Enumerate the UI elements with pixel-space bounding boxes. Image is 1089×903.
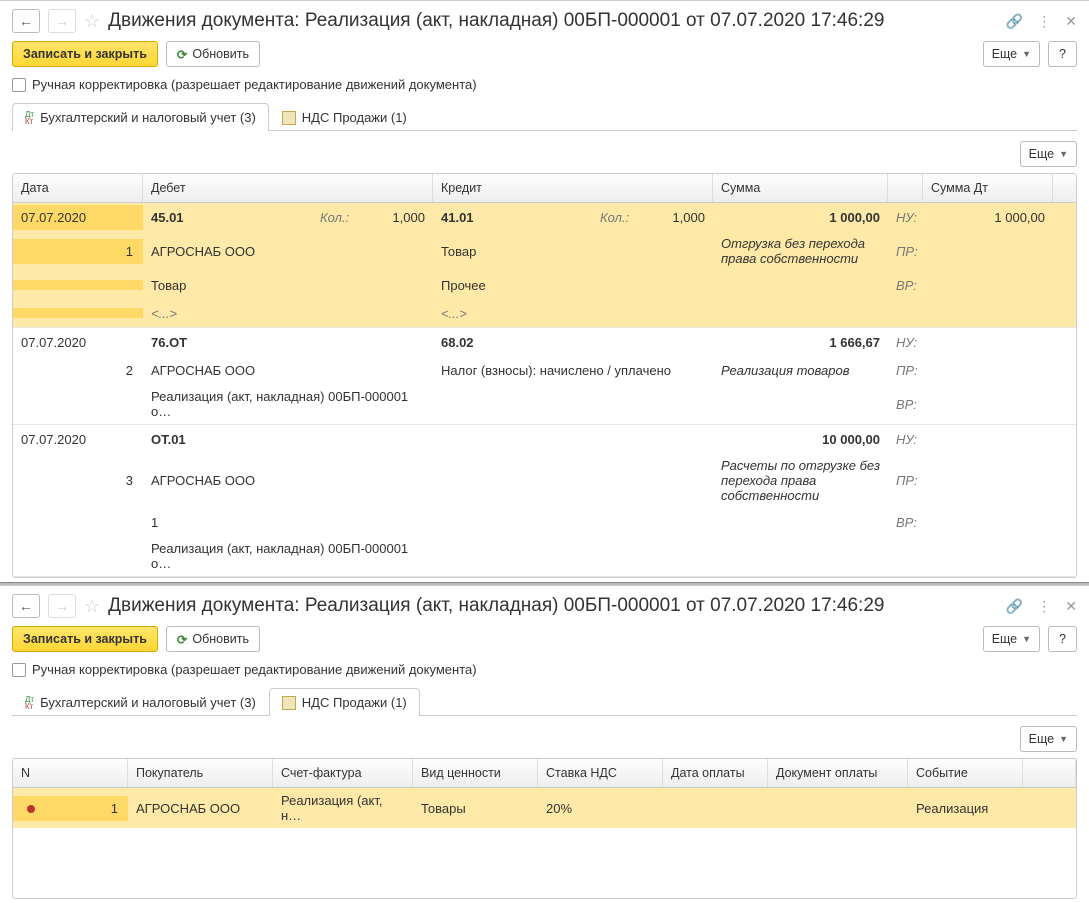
kebab-icon[interactable]: ⋮	[1037, 598, 1051, 615]
vat-grid[interactable]: N Покупатель Счет-фактура Вид ценности С…	[12, 758, 1077, 899]
tab-accounting[interactable]: ДтКт Бухгалтерский и налоговый учет (3)	[12, 688, 269, 716]
col-value-type[interactable]: Вид ценности	[413, 759, 538, 787]
col-vat-rate[interactable]: Ставка НДС	[538, 759, 663, 787]
col-sumdt[interactable]: Сумма Дт	[923, 174, 1053, 202]
tab-vat[interactable]: НДС Продажи (1)	[269, 688, 420, 716]
nav-back-button[interactable]: ←	[12, 594, 40, 618]
star-icon[interactable]: ☆	[84, 596, 100, 617]
book-icon	[282, 696, 296, 710]
link-icon[interactable]: 🔗	[1006, 13, 1023, 30]
grid-row[interactable]: 07.07.2020 ОТ.01 10 000,00 НУ: 3 АГРОСНА…	[13, 425, 1076, 577]
col-buyer[interactable]: Покупатель	[128, 759, 273, 787]
close-icon[interactable]: ✕	[1065, 13, 1077, 30]
tab-vat[interactable]: НДС Продажи (1)	[269, 103, 420, 131]
dtkt-icon: ДтКт	[25, 696, 34, 710]
manual-correction-checkbox[interactable]	[12, 78, 26, 92]
chevron-down-icon: ▼	[1059, 149, 1068, 159]
window-title: Движения документа: Реализация (акт, нак…	[108, 10, 998, 32]
col-debit[interactable]: Дебет	[143, 174, 433, 202]
more-button[interactable]: Еще ▼	[983, 626, 1040, 652]
grid-row[interactable]: 1 АГРОСНАБ ООО Реализация (акт, н… Товар…	[13, 788, 1076, 828]
col-credit[interactable]: Кредит	[433, 174, 713, 202]
col-event[interactable]: Событие	[908, 759, 1023, 787]
grid-more-button[interactable]: Еще ▼	[1020, 141, 1077, 167]
col-pay-doc[interactable]: Документ оплаты	[768, 759, 908, 787]
link-icon[interactable]: 🔗	[1006, 598, 1023, 615]
save-and-close-button[interactable]: Записать и закрыть	[12, 626, 158, 652]
save-and-close-button[interactable]: Записать и закрыть	[12, 41, 158, 67]
grid-row[interactable]: 07.07.2020 45.01 Кол.: 1,000 41.01 Кол.:…	[13, 203, 1076, 328]
close-icon[interactable]: ✕	[1065, 598, 1077, 615]
grid-more-button[interactable]: Еще ▼	[1020, 726, 1077, 752]
col-n[interactable]: N	[13, 759, 128, 787]
refresh-icon: ⟳	[177, 47, 187, 62]
refresh-icon: ⟳	[177, 632, 187, 647]
chevron-down-icon: ▼	[1022, 634, 1031, 644]
accounting-grid[interactable]: Дата Дебет Кредит Сумма Сумма Дт 07.07.2…	[12, 173, 1077, 578]
col-pay-date[interactable]: Дата оплаты	[663, 759, 768, 787]
chevron-down-icon: ▼	[1059, 734, 1068, 744]
refresh-button[interactable]: ⟳ Обновить	[166, 626, 260, 652]
col-invoice[interactable]: Счет-фактура	[273, 759, 413, 787]
help-button[interactable]: ?	[1048, 626, 1077, 652]
star-icon[interactable]: ☆	[84, 11, 100, 32]
more-button[interactable]: Еще ▼	[983, 41, 1040, 67]
nav-forward-button[interactable]: →	[48, 594, 76, 618]
kebab-icon[interactable]: ⋮	[1037, 13, 1051, 30]
record-dot-icon	[27, 805, 35, 813]
refresh-button[interactable]: ⟳ Обновить	[166, 41, 260, 67]
nav-forward-button[interactable]: →	[48, 9, 76, 33]
tab-accounting[interactable]: ДтКт Бухгалтерский и налоговый учет (3)	[12, 103, 269, 131]
window-title: Движения документа: Реализация (акт, нак…	[108, 595, 998, 617]
col-sum[interactable]: Сумма	[713, 174, 888, 202]
col-date[interactable]: Дата	[13, 174, 143, 202]
manual-correction-label: Ручная корректировка (разрешает редактир…	[32, 77, 477, 92]
grid-row[interactable]: 07.07.2020 76.ОТ 68.02 1 666,67 НУ: 2 АГ…	[13, 328, 1076, 425]
nav-back-button[interactable]: ←	[12, 9, 40, 33]
manual-correction-label: Ручная корректировка (разрешает редактир…	[32, 662, 477, 677]
book-icon	[282, 111, 296, 125]
manual-correction-checkbox[interactable]	[12, 663, 26, 677]
dtkt-icon: ДтКт	[25, 111, 34, 125]
chevron-down-icon: ▼	[1022, 49, 1031, 59]
help-button[interactable]: ?	[1048, 41, 1077, 67]
